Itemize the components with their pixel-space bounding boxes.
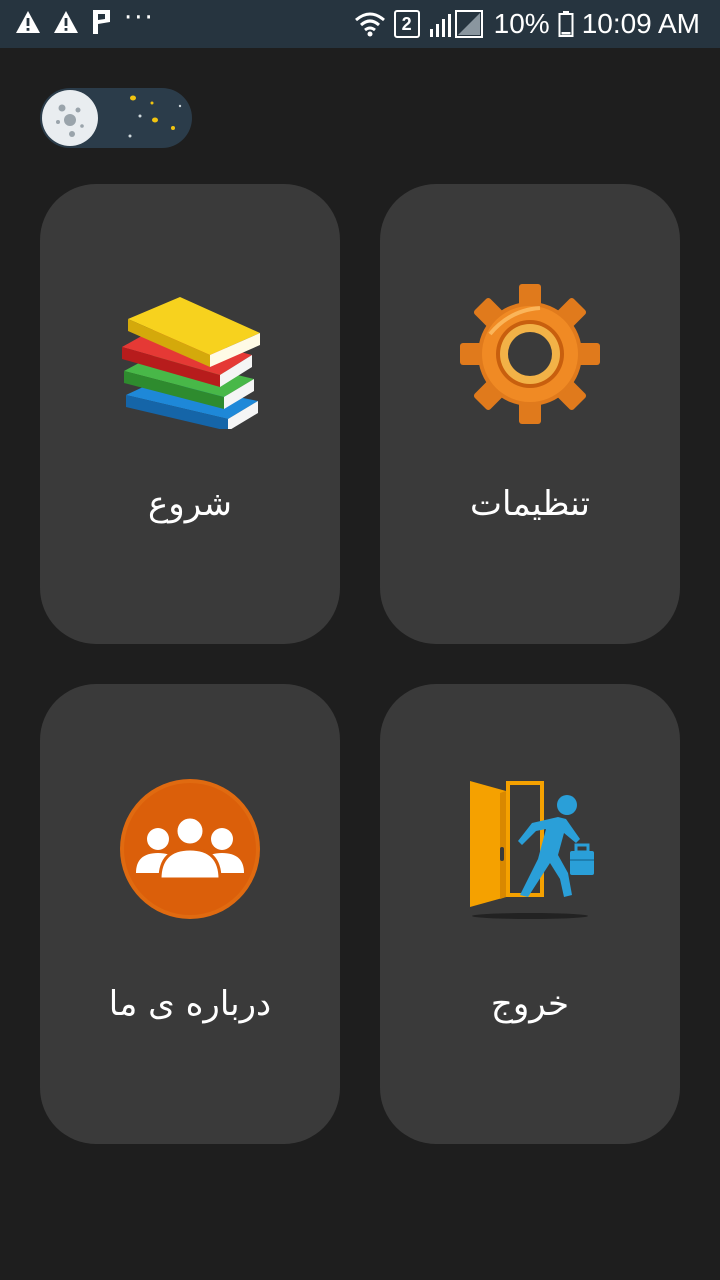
team-icon <box>120 779 260 919</box>
exit-door-icon <box>470 781 594 919</box>
exit-tile[interactable]: خروج <box>380 684 680 1144</box>
battery-icon <box>558 11 574 37</box>
start-label: شروع <box>148 484 232 524</box>
warning-icon <box>54 11 78 33</box>
settings-tile[interactable]: تنظیمات <box>380 184 680 644</box>
sim-slot-badge: 2 <box>393 10 420 38</box>
signal-icon <box>429 10 483 38</box>
gear-icon <box>460 284 600 424</box>
about-us-label: درباره ی ما <box>108 984 272 1024</box>
settings-label: تنظیمات <box>470 484 590 524</box>
stars-icon <box>128 95 182 138</box>
exit-label: خروج <box>490 984 570 1024</box>
start-tile[interactable]: شروع <box>40 184 340 644</box>
status-left-icons: ··· <box>14 3 155 36</box>
battery-percent: 10% <box>493 8 550 39</box>
books-icon <box>122 297 260 429</box>
about-us-tile[interactable]: درباره ی ما <box>40 684 340 1144</box>
warning-icon <box>16 11 40 33</box>
theme-toggle[interactable] <box>40 88 192 148</box>
parking-icon <box>93 10 110 34</box>
wifi-icon <box>354 12 385 37</box>
status-bar: ··· 2 10% 10:09 AM <box>0 0 720 48</box>
more-icon: ··· <box>124 3 155 33</box>
status-right-icons: 2 10% 10:09 AM <box>354 6 700 42</box>
clock: 10:09 AM <box>581 8 700 39</box>
